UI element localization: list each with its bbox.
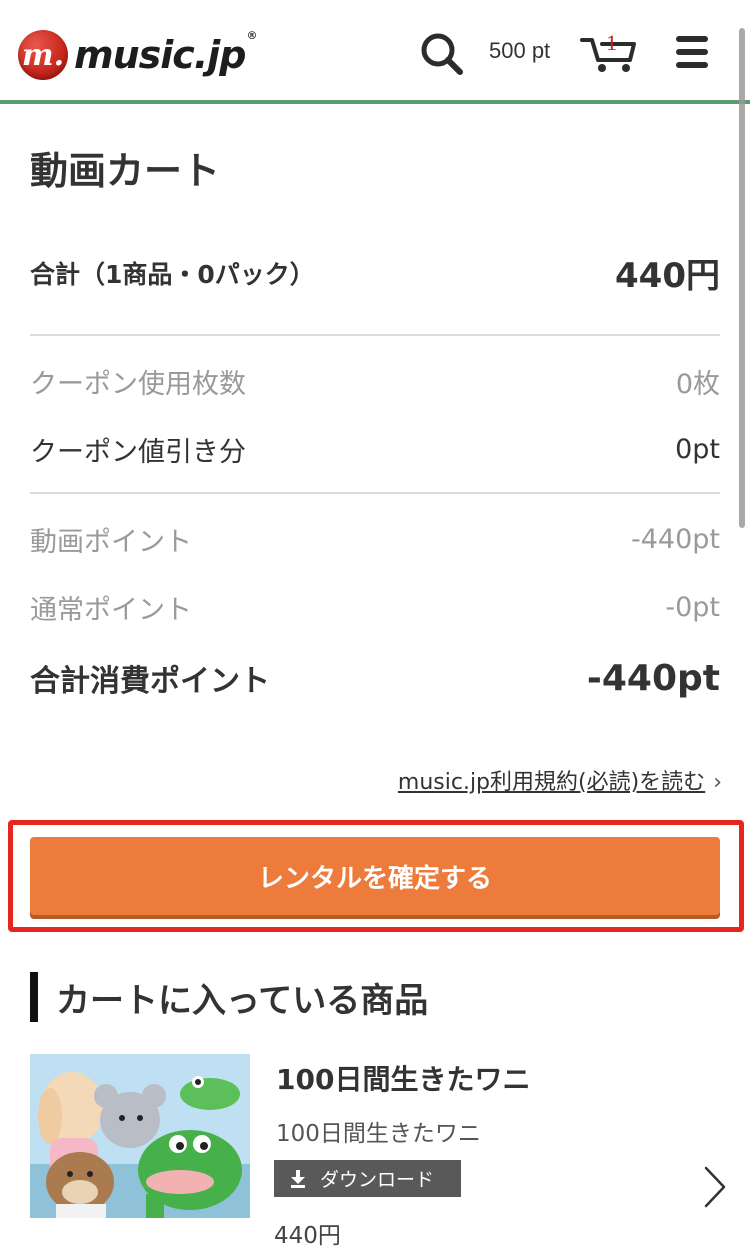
coupon-discount-value: 0pt: [675, 434, 720, 465]
product-price: 440円: [274, 1223, 341, 1249]
search-icon[interactable]: [418, 30, 466, 78]
list-item[interactable]: 100日間生きたワニ 100日間生きたワニ ダウンロード 440円: [30, 1054, 730, 1249]
normal-points-label: 通常ポイント: [30, 595, 192, 626]
total-points-value: -440pt: [586, 657, 720, 699]
terms-link-text[interactable]: music.jp利用規約(必読)を読む: [398, 770, 705, 795]
music-jp-logo[interactable]: m. music.jp®: [18, 29, 257, 80]
coupon-discount-row: クーポン値引き分 0pt: [30, 430, 720, 469]
site-header: m. music.jp® 500 pt 1: [0, 0, 750, 104]
total-label: 合計（1商品・0パック）: [30, 259, 315, 289]
total-row: 合計（1商品・0パック） 440円: [30, 248, 720, 297]
download-icon: [291, 1169, 305, 1188]
coupon-count-label: クーポン使用枚数: [30, 369, 246, 400]
scrollbar[interactable]: [739, 28, 745, 528]
logo-mark: m.: [18, 30, 68, 80]
cart-items-heading: カートに入っている商品: [30, 972, 428, 1022]
logo-text: music.jp: [74, 33, 246, 77]
divider: [30, 492, 720, 494]
coupon-count-row: クーポン使用枚数 0枚: [30, 362, 720, 401]
page-title: 動画カート: [30, 149, 221, 193]
confirm-rental-button[interactable]: レンタルを確定する: [30, 837, 720, 915]
divider: [30, 334, 720, 336]
product-subtitle: 100日間生きたワニ: [276, 1121, 481, 1147]
terms-link[interactable]: music.jp利用規約(必読)を読む ›: [398, 764, 722, 796]
total-points-label: 合計消費ポイント: [30, 664, 270, 699]
chevron-right-icon[interactable]: [700, 1164, 730, 1210]
chevron-right-icon: ›: [713, 770, 722, 795]
total-value: 440円: [615, 256, 720, 296]
normal-points-row: 通常ポイント -0pt: [30, 588, 720, 627]
coupon-discount-label: クーポン値引き分: [30, 437, 246, 468]
product-title[interactable]: 100日間生きたワニ: [276, 1058, 530, 1098]
product-thumbnail[interactable]: [30, 1054, 250, 1218]
video-points-label: 動画ポイント: [30, 527, 192, 558]
video-points-value: -440pt: [630, 524, 720, 555]
video-points-row: 動画ポイント -440pt: [30, 520, 720, 559]
normal-points-value: -0pt: [665, 592, 720, 623]
total-points-row: 合計消費ポイント -440pt: [30, 656, 720, 700]
cart-count-badge: 1: [606, 30, 617, 55]
registered-mark: ®: [246, 29, 257, 42]
download-badge-label: ダウンロード: [320, 1169, 435, 1191]
download-badge: ダウンロード: [274, 1160, 461, 1197]
menu-icon[interactable]: [676, 36, 708, 70]
points-balance: 500 pt: [489, 38, 551, 63]
coupon-count-value: 0枚: [675, 369, 720, 400]
